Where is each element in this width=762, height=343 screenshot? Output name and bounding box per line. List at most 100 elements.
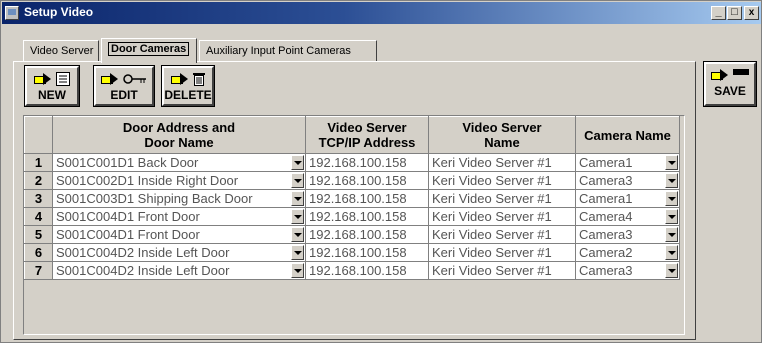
app-icon: [5, 6, 19, 20]
door-value: S001C004D1 Front Door: [56, 209, 200, 224]
door-cell[interactable]: S001C004D1 Front Door: [52, 225, 306, 244]
ip-cell: 192.168.100.158: [305, 243, 429, 262]
ip-cell: 192.168.100.158: [305, 189, 429, 208]
dropdown-arrow-icon[interactable]: [665, 173, 678, 188]
camera-cell[interactable]: Camera2: [575, 243, 680, 262]
camera-value: Camera4: [579, 209, 633, 224]
dropdown-arrow-icon[interactable]: [291, 173, 304, 188]
arrow-right-icon: [34, 73, 52, 85]
form-icon: [56, 72, 70, 86]
camera-value: Camera2: [579, 245, 633, 260]
row-number[interactable]: 3: [24, 189, 53, 208]
camera-value: Camera1: [579, 191, 633, 206]
camera-value: Camera3: [579, 173, 633, 188]
title-bar[interactable]: Setup Video _ □ x: [2, 2, 761, 24]
camera-value: Camera1: [579, 155, 633, 170]
dropdown-arrow-icon[interactable]: [665, 155, 678, 170]
table-row[interactable]: 7 S001C004D2 Inside Left Door 192.168.100.…: [24, 261, 680, 280]
door-value: S001C001D1 Back Door: [56, 155, 199, 170]
ip-cell: 192.168.100.158: [305, 153, 429, 172]
edit-label: EDIT: [110, 88, 138, 102]
camera-cell[interactable]: Camera1: [575, 153, 680, 172]
table-row[interactable]: 1 S001C001D1 Back Door 192.168.100.158 Keri…: [24, 153, 680, 172]
tab-video-server[interactable]: Video Server: [23, 40, 99, 62]
camera-value: Camera3: [579, 263, 633, 278]
camera-cell[interactable]: Camera3: [575, 171, 680, 190]
camera-cell[interactable]: Camera4: [575, 207, 680, 226]
dropdown-arrow-icon[interactable]: [665, 209, 678, 224]
row-number[interactable]: 1: [24, 153, 53, 172]
column-header-door[interactable]: Door Address and Door Name: [52, 116, 306, 154]
row-number[interactable]: 5: [24, 225, 53, 244]
column-header-ip[interactable]: Video Server TCP/IP Address: [305, 116, 429, 154]
minimize-button[interactable]: _: [711, 6, 726, 20]
dropdown-arrow-icon[interactable]: [291, 209, 304, 224]
dropdown-arrow-icon[interactable]: [665, 191, 678, 206]
row-number[interactable]: 2: [24, 171, 53, 190]
key-icon: [123, 74, 146, 84]
row-number[interactable]: 4: [24, 207, 53, 226]
door-value: S001C004D1 Front Door: [56, 227, 200, 242]
server-name-cell: Keri Video Server #1: [428, 189, 576, 208]
door-cell[interactable]: S001C004D2 Inside Left Door: [52, 261, 306, 280]
dropdown-arrow-icon[interactable]: [665, 263, 678, 278]
dropdown-arrow-icon[interactable]: [665, 245, 678, 260]
table-row[interactable]: 6 S001C004D2 Inside Left Door 192.168.100.…: [24, 243, 680, 262]
server-name-cell: Keri Video Server #1: [428, 243, 576, 262]
door-cell[interactable]: S001C003D1 Shipping Back Door: [52, 189, 306, 208]
door-cell[interactable]: S001C004D2 Inside Left Door: [52, 243, 306, 262]
table-row[interactable]: 3 S001C003D1 Shipping Back Door 192.168.10…: [24, 189, 680, 208]
tab-door-cameras[interactable]: Door Cameras: [101, 38, 197, 63]
save-button[interactable]: SAVE: [703, 61, 757, 107]
window-title: Setup Video: [24, 5, 94, 19]
ip-cell: 192.168.100.158: [305, 207, 429, 226]
ip-cell: 192.168.100.158: [305, 171, 429, 190]
server-name-cell: Keri Video Server #1: [428, 153, 576, 172]
tab-label: Door Cameras: [108, 42, 190, 56]
new-label: NEW: [38, 88, 66, 102]
tab-label: Video Server: [30, 45, 94, 57]
table-row[interactable]: 4 S001C004D1 Front Door 192.168.100.158 Ker…: [24, 207, 680, 226]
server-name-cell: Keri Video Server #1: [428, 171, 576, 190]
door-cell[interactable]: S001C001D1 Back Door: [52, 153, 306, 172]
server-name-cell: Keri Video Server #1: [428, 207, 576, 226]
dropdown-arrow-icon[interactable]: [291, 227, 304, 242]
maximize-button[interactable]: □: [727, 6, 742, 20]
tab-label: Auxiliary Input Point Cameras: [206, 45, 351, 57]
dropdown-arrow-icon[interactable]: [291, 155, 304, 170]
dropdown-arrow-icon[interactable]: [291, 191, 304, 206]
ip-cell: 192.168.100.158: [305, 225, 429, 244]
disk-icon: [733, 69, 749, 75]
dropdown-arrow-icon[interactable]: [291, 245, 304, 260]
column-header-camera[interactable]: Camera Name: [575, 116, 680, 154]
dropdown-arrow-icon[interactable]: [291, 263, 304, 278]
door-value: S001C004D2 Inside Left Door: [56, 245, 230, 260]
door-cell[interactable]: S001C004D1 Front Door: [52, 207, 306, 226]
edit-button[interactable]: EDIT: [93, 65, 155, 107]
camera-value: Camera3: [579, 227, 633, 242]
delete-label: DELETE: [164, 88, 212, 102]
arrow-right-icon: [171, 73, 189, 85]
tab-auxiliary-input-point-cameras[interactable]: Auxiliary Input Point Cameras: [199, 40, 377, 62]
dropdown-arrow-icon[interactable]: [665, 227, 678, 242]
camera-cell[interactable]: Camera3: [575, 261, 680, 280]
camera-cell[interactable]: Camera3: [575, 225, 680, 244]
column-header-server-name[interactable]: Video Server Name: [428, 116, 576, 154]
setup-video-window: Setup Video _ □ x Video Server Door Came…: [0, 0, 762, 343]
table-row[interactable]: 5 S001C004D1 Front Door 192.168.100.158 Ker…: [24, 225, 680, 244]
row-number[interactable]: 7: [24, 261, 53, 280]
door-value: S001C002D1 Inside Right Door: [56, 173, 239, 188]
camera-cell[interactable]: Camera1: [575, 189, 680, 208]
arrow-right-icon: [101, 73, 119, 85]
row-number[interactable]: 6: [24, 243, 53, 262]
door-value: S001C003D1 Shipping Back Door: [56, 191, 253, 206]
server-name-cell: Keri Video Server #1: [428, 261, 576, 280]
server-name-cell: Keri Video Server #1: [428, 225, 576, 244]
door-cell[interactable]: S001C002D1 Inside Right Door: [52, 171, 306, 190]
delete-button[interactable]: DELETE: [161, 65, 215, 107]
close-button[interactable]: x: [744, 6, 759, 20]
new-button[interactable]: NEW: [24, 65, 80, 107]
table-row[interactable]: 2 S001C002D1 Inside Right Door 192.168.100…: [24, 171, 680, 190]
ip-cell: 192.168.100.158: [305, 261, 429, 280]
trash-icon: [193, 73, 205, 86]
